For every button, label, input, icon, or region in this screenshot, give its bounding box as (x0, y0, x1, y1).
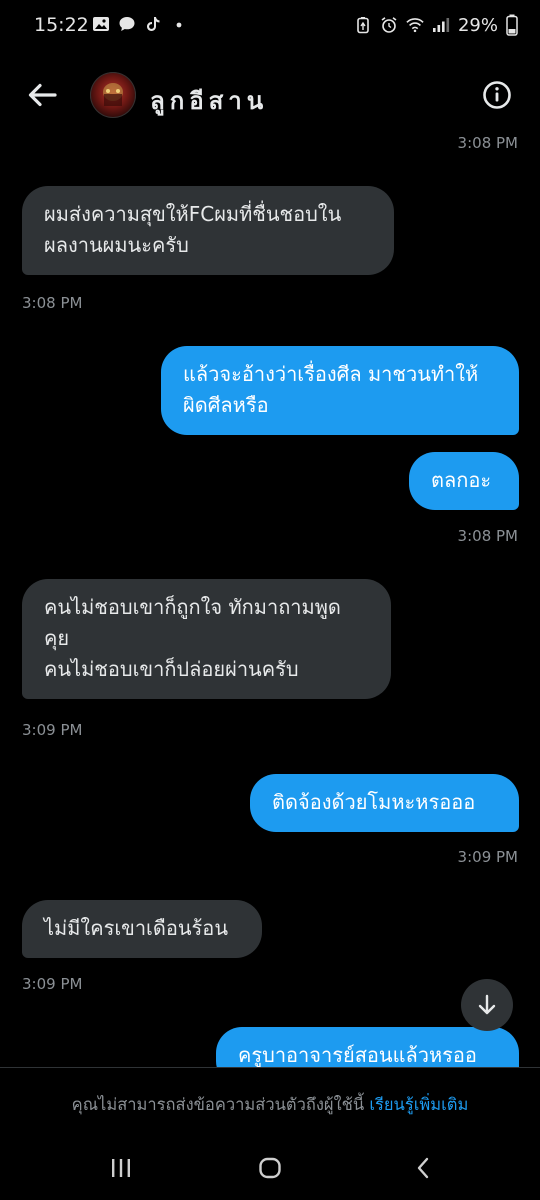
contact-name[interactable]: ลูกอีสาน (150, 81, 268, 120)
message-line: ผลงานผมนะครับ (44, 233, 189, 257)
notification-icons (92, 15, 188, 33)
battery-icon (506, 14, 518, 36)
notice-text: คุณไม่สามารถส่งข้อความส่วนตัวถึงผู้ใช้นี… (71, 1095, 365, 1114)
outgoing-message[interactable]: ติดจ้องด้วยโมหะหรอออ (250, 774, 519, 832)
timestamp: 3:08 PM (457, 527, 518, 545)
timestamp: 3:09 PM (22, 721, 83, 739)
timestamp: 3:08 PM (457, 134, 518, 152)
message-line: คุย (44, 626, 70, 650)
chat-bubble-icon (119, 17, 135, 31)
incoming-message[interactable]: ผมส่งความสุขให้FCผมที่ชื่นชอบใน ผลงานผมน… (22, 186, 394, 275)
message-line: ติดจ้องด้วยโมหะหรอออ (272, 790, 476, 814)
system-navigation-bar (0, 1130, 540, 1200)
tiktok-icon (147, 17, 160, 31)
timestamp: 3:09 PM (22, 975, 83, 993)
gallery-icon (93, 17, 109, 31)
signal-icon (432, 18, 450, 32)
incoming-message[interactable]: ไม่มีใครเขาเดือนร้อน (22, 900, 262, 958)
message-line: คนไม่ชอบเขาก็ปล่อยผ่านครับ (44, 657, 299, 681)
arrow-down-icon (478, 994, 496, 1015)
status-bar: 15:22 29% (0, 0, 540, 56)
avatar[interactable] (90, 72, 136, 118)
message-line: ไม่มีใครเขาเดือนร้อน (44, 916, 228, 940)
timestamp: 3:09 PM (457, 848, 518, 866)
battery-saver-icon (357, 17, 369, 34)
home-icon[interactable] (258, 1157, 282, 1179)
message-line: แล้วจะอ้างว่าเรื่องศีล มาชวนทำให้ (183, 362, 479, 386)
message-line: ตลกอะ (431, 468, 492, 492)
system-status: 29% (354, 14, 518, 36)
wifi-icon (406, 18, 424, 33)
message-line: คนไม่ชอบเขาก็ถูกใจ ทักมาถามพูด (44, 595, 341, 619)
message-line: ครูบาอาจารย์สอนแล้วหรออ (238, 1043, 477, 1067)
divider (0, 1067, 540, 1068)
scroll-to-bottom-button[interactable] (461, 979, 513, 1031)
alarm-icon (381, 17, 397, 33)
incoming-message[interactable]: คนไม่ชอบเขาก็ถูกใจ ทักมาถามพูด คุย คนไม่… (22, 579, 391, 699)
timestamp: 3:08 PM (22, 294, 83, 312)
nav-back-icon[interactable] (414, 1157, 432, 1179)
arrow-left-icon[interactable] (24, 77, 60, 113)
recent-apps-icon[interactable] (110, 1157, 132, 1179)
battery-percent: 29% (457, 14, 498, 36)
message-line: ผมส่งความสุขให้FCผมที่ชื่นชอบใน (44, 202, 342, 226)
message-line: ผิดศีลหรือ (183, 393, 269, 417)
outgoing-message[interactable]: แล้วจะอ้างว่าเรื่องศีล มาชวนทำให้ ผิดศีล… (161, 346, 519, 435)
outgoing-message[interactable]: ตลกอะ (409, 452, 519, 510)
status-time: 15:22 (34, 14, 89, 36)
dot-icon (176, 22, 182, 28)
conversation-header: ลูกอีสาน (0, 60, 540, 130)
message-list[interactable]: 3:08 PM ผมส่งความสุขให้FCผมที่ชื่นชอบใน … (0, 130, 540, 1068)
outgoing-message[interactable]: ครูบาอาจารย์สอนแล้วหรออ (216, 1027, 519, 1068)
learn-more-link[interactable]: เรียนรู้เพิ่มเติม (369, 1095, 468, 1114)
info-circle-icon[interactable] (482, 80, 512, 110)
avatar-image (103, 83, 123, 106)
dm-restricted-notice: คุณไม่สามารถส่งข้อความส่วนตัวถึงผู้ใช้นี… (0, 1092, 540, 1118)
